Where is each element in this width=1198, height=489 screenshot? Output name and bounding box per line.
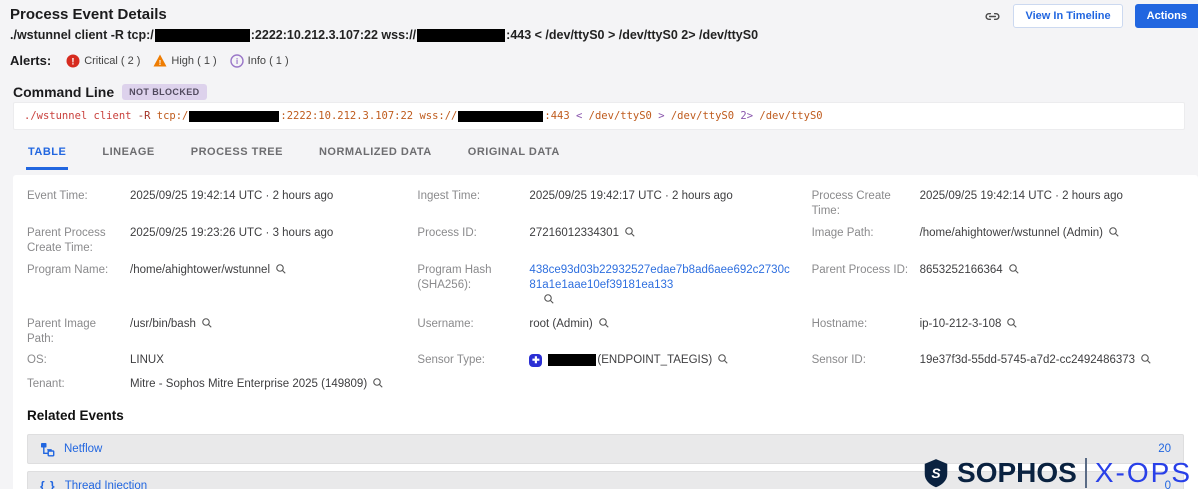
field-parent-process-create-time: Parent Process Create Time: 2025/09/25 1… [27, 226, 399, 256]
search-icon[interactable] [1108, 226, 1120, 243]
svg-text:!: ! [159, 58, 162, 67]
search-icon[interactable] [717, 353, 729, 370]
search-icon[interactable] [1140, 353, 1152, 370]
field-image-path: Image Path: /home/ahightower/wstunnel (A… [812, 226, 1184, 256]
alerts-label: Alerts: [10, 53, 51, 68]
field-empty [417, 377, 793, 394]
actions-button[interactable]: Actions [1135, 4, 1198, 28]
field-empty [812, 377, 1184, 394]
not-blocked-badge: NOT BLOCKED [122, 84, 206, 100]
redaction-box [458, 111, 543, 122]
detail-tabs: TABLE LINEAGE PROCESS TREE NORMALIZED DA… [26, 143, 562, 170]
svg-text:!: ! [72, 56, 75, 67]
svg-text:S: S [931, 465, 941, 481]
field-sensor-type: Sensor Type: ✚(ENDPOINT_TAEGIS) [417, 353, 793, 370]
copy-link-icon[interactable] [984, 8, 1001, 25]
tab-normalized-data[interactable]: NORMALIZED DATA [317, 143, 434, 170]
search-icon[interactable] [372, 377, 384, 394]
tab-lineage[interactable]: LINEAGE [100, 143, 156, 170]
field-parent-image-path: Parent Image Path: /usr/bin/bash [27, 317, 399, 347]
field-os: OS: LINUX [27, 353, 399, 370]
alert-info[interactable]: i Info ( 1 ) [230, 54, 289, 68]
related-events-heading: Related Events [27, 408, 1184, 423]
field-hostname: Hostname: ip-10-212-3-108 [812, 317, 1184, 347]
field-program-name: Program Name: /home/ahightower/wstunnel [27, 263, 399, 310]
search-icon[interactable] [598, 317, 610, 334]
search-icon[interactable] [543, 293, 555, 310]
sophos-shield-icon: S [923, 458, 949, 488]
search-icon[interactable] [201, 317, 213, 334]
search-icon[interactable] [1006, 317, 1018, 334]
sophos-wordmark: SOPHOS [957, 457, 1077, 489]
program-hash-link[interactable]: 438ce93d03b22932527edae7b8ad6aee692c2730… [529, 263, 793, 293]
svg-text:i: i [235, 56, 237, 66]
redaction-box [189, 111, 279, 122]
high-icon: ! [153, 54, 167, 67]
tab-table[interactable]: TABLE [26, 143, 68, 170]
field-program-hash: Program Hash (SHA256): 438ce93d03b229325… [417, 263, 793, 310]
field-tenant: Tenant: Mitre - Sophos Mitre Enterprise … [27, 377, 399, 394]
braces-icon: { } [40, 479, 56, 489]
search-icon[interactable] [1008, 263, 1020, 280]
command-line-header: Command Line NOT BLOCKED [13, 84, 207, 100]
search-icon[interactable] [624, 226, 636, 243]
field-process-create-time: Process Create Time: 2025/09/25 19:42:14… [812, 189, 1184, 219]
field-username: Username: root (Admin) [417, 317, 793, 347]
alert-critical[interactable]: ! Critical ( 2 ) [66, 54, 140, 68]
sophos-xops-logo: S SOPHOS X-OPS [923, 457, 1192, 489]
command-line-heading: Command Line [13, 84, 114, 100]
alerts-row: Alerts: ! Critical ( 2 ) ! High ( 1 ) i … [10, 53, 289, 68]
alert-high[interactable]: ! High ( 1 ) [153, 54, 216, 67]
netflow-count: 20 [1158, 443, 1171, 455]
process-command-summary: ./wstunnel client -R tcp:/:2222:10.212.3… [10, 28, 758, 42]
view-in-timeline-button[interactable]: View In Timeline [1013, 4, 1122, 28]
header-controls: View In Timeline Actions [984, 4, 1198, 28]
field-parent-process-id: Parent Process ID: 8653252166364 [812, 263, 1184, 310]
field-ingest-time: Ingest Time: 2025/09/25 19:42:17 UTC · 2… [417, 189, 793, 219]
xops-wordmark: X-OPS [1095, 457, 1192, 489]
event-details-grid: Event Time: 2025/09/25 19:42:14 UTC · 2 … [27, 189, 1184, 401]
search-icon[interactable] [275, 263, 287, 280]
field-process-id: Process ID: 27216012334301 [417, 226, 793, 256]
critical-icon: ! [66, 54, 80, 68]
netflow-icon [40, 442, 55, 457]
field-sensor-id: Sensor ID: 19e37f3d-55dd-5745-a7d2-cc249… [812, 353, 1184, 370]
command-line-code: ./wstunnel client -R tcp:/:2222:10.212.3… [13, 102, 1185, 130]
logo-divider [1085, 458, 1087, 488]
redaction-box [548, 354, 596, 366]
sophos-sensor-icon: ✚ [529, 354, 542, 367]
field-event-time: Event Time: 2025/09/25 19:42:14 UTC · 2 … [27, 189, 399, 219]
tab-process-tree[interactable]: PROCESS TREE [189, 143, 285, 170]
process-event-details-page: Process Event Details View In Timeline A… [0, 0, 1198, 489]
table-tab-panel: Event Time: 2025/09/25 19:42:14 UTC · 2 … [13, 175, 1198, 489]
tab-original-data[interactable]: ORIGINAL DATA [466, 143, 562, 170]
info-icon: i [230, 54, 244, 68]
redaction-box [417, 29, 505, 42]
redaction-box [155, 29, 250, 42]
page-title: Process Event Details [10, 6, 167, 23]
